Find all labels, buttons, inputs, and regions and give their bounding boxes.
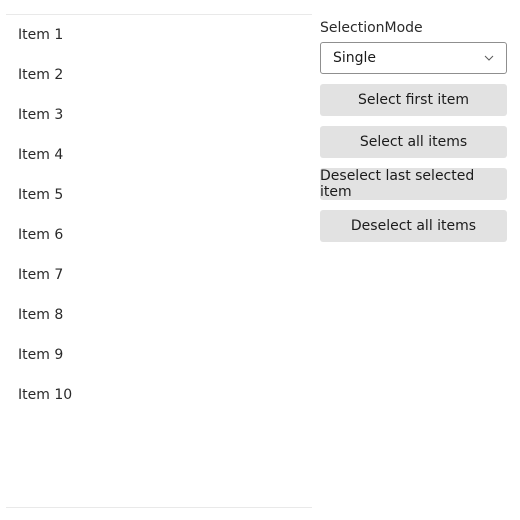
selection-mode-label: SelectionMode: [320, 20, 508, 36]
list-item-label: Item 2: [18, 67, 63, 83]
list-item[interactable]: Item 3: [6, 95, 312, 135]
list-item[interactable]: Item 4: [6, 135, 312, 175]
list-item-label: Item 9: [18, 347, 63, 363]
list-item-label: Item 3: [18, 107, 63, 123]
controls-pane: SelectionMode Single Select first item S…: [320, 20, 508, 242]
button-label: Deselect last selected item: [320, 168, 507, 200]
deselect-last-item-button[interactable]: Deselect last selected item: [320, 168, 507, 200]
deselect-all-items-button[interactable]: Deselect all items: [320, 210, 507, 242]
list-item-label: Item 6: [18, 227, 63, 243]
selection-mode-dropdown[interactable]: Single: [320, 42, 507, 74]
chevron-down-icon: [482, 51, 496, 65]
button-label: Select all items: [360, 134, 467, 150]
button-label: Select first item: [358, 92, 469, 108]
list-item-label: Item 8: [18, 307, 63, 323]
list-item[interactable]: Item 9: [6, 335, 312, 375]
item-list: Item 1 Item 2 Item 3 Item 4 Item 5 Item …: [6, 14, 312, 508]
select-all-items-button[interactable]: Select all items: [320, 126, 507, 158]
selection-mode-value: Single: [333, 50, 376, 66]
list-item[interactable]: Item 1: [6, 15, 312, 55]
list-item-label: Item 10: [18, 387, 72, 403]
list-item[interactable]: Item 5: [6, 175, 312, 215]
list-item[interactable]: Item 6: [6, 215, 312, 255]
root-pane: Item 1 Item 2 Item 3 Item 4 Item 5 Item …: [0, 0, 520, 520]
list-item[interactable]: Item 8: [6, 295, 312, 335]
list-item-label: Item 5: [18, 187, 63, 203]
list-item-label: Item 4: [18, 147, 63, 163]
list-item-label: Item 7: [18, 267, 63, 283]
list-item[interactable]: Item 2: [6, 55, 312, 95]
button-label: Deselect all items: [351, 218, 476, 234]
select-first-item-button[interactable]: Select first item: [320, 84, 507, 116]
list-item-label: Item 1: [18, 27, 63, 43]
list-item[interactable]: Item 10: [6, 375, 312, 415]
list-item[interactable]: Item 7: [6, 255, 312, 295]
